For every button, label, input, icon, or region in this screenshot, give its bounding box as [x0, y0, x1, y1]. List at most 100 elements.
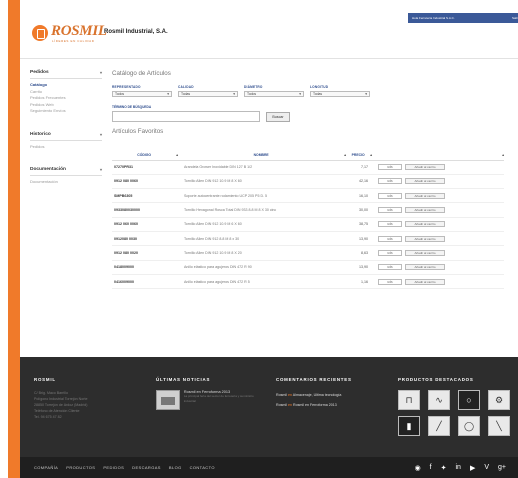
- filter-label: LONGITUD: [310, 85, 329, 89]
- footer-nav-pedidos[interactable]: PEDIDOS: [103, 465, 124, 470]
- sidebar-group-header[interactable]: Pedidos ▾: [30, 70, 102, 79]
- table-row: 0912080 0030 Tornillo Allen DIN 912 8.8 …: [112, 231, 504, 247]
- footer-nav-productos[interactable]: PRODUCTOS: [66, 465, 95, 470]
- company-name: Rosmil Industrial, S.A.: [104, 29, 168, 35]
- quantity-input[interactable]: uds: [378, 249, 402, 256]
- row-actions: uds Añadir al carrito: [372, 164, 504, 171]
- table-row: 0912 080 0060 Tornillo Allen DIN 912 10.…: [112, 174, 504, 190]
- row-actions: uds Añadir al carrito: [372, 192, 504, 199]
- calidad-select[interactable]: Todas ▾: [178, 91, 238, 97]
- quantity-input[interactable]: uds: [378, 221, 402, 228]
- linkedin-icon[interactable]: in: [456, 464, 461, 471]
- logout-link[interactable]: Salir: [512, 16, 518, 20]
- chevron-down-icon: ▾: [233, 92, 235, 96]
- logo-icon[interactable]: [32, 25, 48, 41]
- add-to-cart-button[interactable]: Añadir al carrito: [405, 264, 445, 271]
- row-actions: uds Añadir al carrito: [372, 235, 504, 242]
- sort-icon[interactable]: ▴: [176, 153, 178, 157]
- youtube-icon[interactable]: ▶: [470, 464, 475, 472]
- quantity-input[interactable]: uds: [378, 178, 402, 185]
- footer: ROSMIL C/ Brig. Maco Barrillo Polígono I…: [20, 357, 518, 457]
- user-label[interactable]: Hola Ferretería Industrial S.A.C.: [412, 16, 455, 20]
- product-thumb-rod[interactable]: ╱: [428, 416, 450, 436]
- product-thumb-ring[interactable]: ○: [458, 390, 480, 410]
- sidebar-group-title: Historico: [30, 131, 51, 137]
- search-input[interactable]: [112, 111, 260, 122]
- recent-comment[interactable]: Rosmil en Almacenaje, Ultima tecnología: [276, 390, 394, 400]
- product-thumb-washer[interactable]: ◯: [458, 416, 480, 436]
- recent-comment[interactable]: Rosmil en Rosmil en Ferroforma 2013: [276, 400, 394, 410]
- chevron-down-icon: ▾: [299, 92, 301, 96]
- news-thumbnail[interactable]: [156, 390, 180, 410]
- google-plus-icon[interactable]: g+: [498, 464, 506, 471]
- quantity-input[interactable]: uds: [378, 192, 402, 199]
- news-item[interactable]: Rosmil en Ferroforma 2013 La principal f…: [156, 390, 266, 410]
- add-to-cart-button[interactable]: Añadir al carrito: [405, 221, 445, 228]
- sidebar-item-documentacion[interactable]: Documentación: [30, 179, 102, 186]
- product-thumb-pin[interactable]: ╲: [488, 416, 510, 436]
- filter-calidad: CALIDAD Todas ▾: [178, 85, 238, 97]
- sidebar-group-historico: Historico ▾ Pedidos: [30, 132, 102, 151]
- add-to-cart-button[interactable]: Añadir al carrito: [405, 278, 445, 285]
- sidebar-item-seguimiento[interactable]: Seguimiento Envíos: [30, 108, 102, 115]
- sort-icon[interactable]: ▴: [502, 153, 504, 157]
- sidebar-group-header[interactable]: Historico ▾: [30, 132, 102, 141]
- row-code: 0418009000: [112, 260, 178, 275]
- add-to-cart-button[interactable]: Añadir al carrito: [405, 235, 445, 242]
- sidebar-item-historico-pedidos[interactable]: Pedidos: [30, 144, 102, 151]
- add-to-cart-button[interactable]: Añadir al carrito: [405, 207, 445, 214]
- sort-icon[interactable]: ▴: [344, 153, 346, 157]
- chevron-down-icon: ▾: [167, 92, 169, 96]
- filter-label: REPRESENTADO: [112, 85, 141, 89]
- facebook-icon[interactable]: f: [430, 464, 432, 471]
- rss-icon[interactable]: ◉: [415, 464, 421, 472]
- row-name: Tornillo Allen DIN 912 10.9 M 8 X 60: [178, 174, 346, 190]
- row-code: 0912 080 0060: [112, 174, 178, 190]
- header: ROSMIL LÍDERES EN CALIDAD Rosmil Industr…: [20, 0, 518, 58]
- sidebar-group-header[interactable]: Documentación ▾: [30, 167, 102, 176]
- row-price: 16,10: [346, 188, 372, 204]
- product-thumb-bushing[interactable]: ▮: [398, 416, 420, 436]
- column-header-codigo[interactable]: CÓDIGO ▴: [112, 151, 178, 161]
- footer-nav-blog[interactable]: BLOG: [169, 465, 182, 470]
- vimeo-icon[interactable]: V: [484, 464, 489, 471]
- add-to-cart-button[interactable]: Añadir al carrito: [405, 178, 445, 185]
- quantity-input[interactable]: uds: [378, 164, 402, 171]
- add-to-cart-button[interactable]: Añadir al carrito: [405, 164, 445, 171]
- search-button[interactable]: Buscar: [266, 111, 290, 122]
- sidebar: Pedidos ▾ Catálogo Carrito Pedidos Frecu…: [30, 70, 102, 203]
- sort-icon[interactable]: ▴: [370, 153, 372, 157]
- product-thumb-bracket[interactable]: ⊓: [398, 390, 420, 410]
- column-header-actions[interactable]: ▴: [372, 151, 504, 161]
- add-to-cart-button[interactable]: Añadir al carrito: [405, 192, 445, 199]
- twitter-icon[interactable]: ✦: [441, 464, 447, 472]
- column-header-nombre[interactable]: NOMBRE ▴: [178, 151, 346, 161]
- product-thumb-bolt[interactable]: ⚙: [488, 390, 510, 410]
- longitud-select[interactable]: Todas ▾: [310, 91, 370, 97]
- table-row: 0416009000 Anillo elástico para agujeros…: [112, 274, 504, 290]
- column-header-precio[interactable]: PRECIO ▴: [346, 151, 372, 161]
- table-row: 0912 080 0020 Tornillo Allen DIN 912 10.…: [112, 245, 504, 261]
- footer-nav-descargas[interactable]: DESCARGAS: [132, 465, 161, 470]
- filter-label: CALIDAD: [178, 85, 194, 89]
- quantity-input[interactable]: uds: [378, 278, 402, 285]
- table-row: 0418009000 Anillo elástico para agujeros…: [112, 260, 504, 275]
- quantity-input[interactable]: uds: [378, 235, 402, 242]
- footer-nav-compania[interactable]: COMPAÑÍA: [34, 465, 58, 470]
- footer-col-products: PRODUCTOS DESTACADOS ⊓ ∿ ○ ⚙ ▮ ╱ ◯ ╲: [398, 377, 510, 436]
- user-account-bar[interactable]: Hola Ferretería Industrial S.A.C. Salir: [408, 13, 518, 23]
- footer-nav-contacto[interactable]: CONTACTO: [190, 465, 215, 470]
- row-code: 0416009000: [112, 274, 178, 290]
- diametro-select[interactable]: Todos ▾: [244, 91, 304, 97]
- representado-select[interactable]: Todos ▾: [112, 91, 172, 97]
- featured-products-grid: ⊓ ∿ ○ ⚙ ▮ ╱ ◯ ╲: [398, 390, 510, 436]
- chevron-down-icon: ▾: [99, 70, 102, 75]
- quantity-input[interactable]: uds: [378, 207, 402, 214]
- logo-text[interactable]: ROSMIL: [51, 23, 107, 40]
- quantity-input[interactable]: uds: [378, 264, 402, 271]
- row-code: 0912 080 0020: [112, 245, 178, 261]
- row-actions: uds Añadir al carrito: [372, 207, 504, 214]
- product-thumb-spring[interactable]: ∿: [428, 390, 450, 410]
- add-to-cart-button[interactable]: Añadir al carrito: [405, 249, 445, 256]
- row-price: 13,90: [346, 260, 372, 275]
